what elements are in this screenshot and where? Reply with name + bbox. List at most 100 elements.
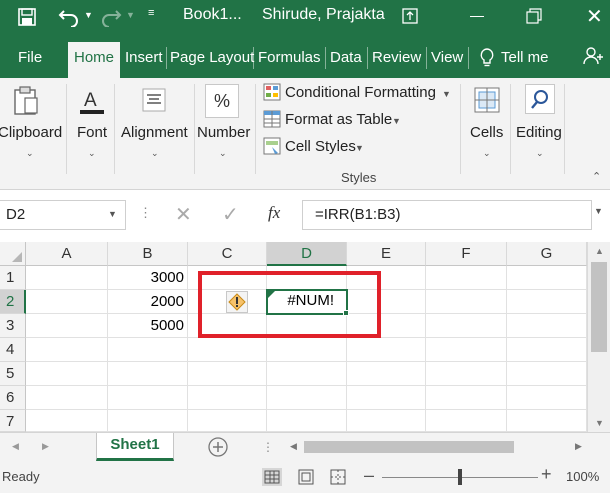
scroll-up-icon[interactable]: ▲	[595, 246, 604, 256]
cell-a7[interactable]	[26, 410, 108, 432]
chevron-down-icon[interactable]: ⌄	[483, 148, 491, 159]
cell-a5[interactable]	[26, 362, 108, 386]
restore-icon[interactable]	[526, 8, 542, 24]
vertical-scrollbar[interactable]: ▲ ▼	[587, 242, 610, 432]
chevron-down-icon[interactable]: ⌄	[219, 148, 227, 159]
cell-d4[interactable]	[267, 338, 347, 362]
cell-f3[interactable]	[426, 314, 507, 338]
clipboard-icon[interactable]	[12, 86, 40, 116]
tab-split-grip-icon[interactable]: ⋮	[262, 440, 274, 454]
percent-icon[interactable]: %	[205, 84, 239, 118]
cell-c6[interactable]	[188, 386, 267, 410]
cell-e6[interactable]	[347, 386, 426, 410]
tab-view[interactable]: View	[431, 46, 463, 78]
add-sheet-icon[interactable]	[207, 436, 229, 458]
cell-d5[interactable]	[267, 362, 347, 386]
cell-d7[interactable]	[267, 410, 347, 432]
undo-icon[interactable]	[58, 7, 80, 28]
cell-a1[interactable]	[26, 266, 108, 290]
cell-f6[interactable]	[426, 386, 507, 410]
cell-a3[interactable]	[26, 314, 108, 338]
insert-function-fx[interactable]: fx	[268, 203, 280, 223]
zoom-out-icon[interactable]: –	[364, 465, 374, 486]
chevron-down-icon[interactable]: ▼	[392, 116, 401, 126]
expand-formula-bar-icon[interactable]: ▼	[594, 206, 603, 216]
format-as-table-icon[interactable]	[263, 110, 281, 128]
row-header-2[interactable]: 2	[0, 290, 26, 314]
cell-e7[interactable]	[347, 410, 426, 432]
chevron-down-icon[interactable]: ⌄	[151, 148, 159, 159]
clipboard-group-label[interactable]: Clipboard	[0, 124, 62, 141]
tell-me-search[interactable]: Tell me	[501, 46, 549, 78]
page-layout-view-icon[interactable]	[296, 468, 316, 486]
name-box[interactable]: D2 ▼	[0, 200, 126, 230]
row-header-3[interactable]: 3	[0, 314, 26, 338]
cell-c5[interactable]	[188, 362, 267, 386]
column-header-g[interactable]: G	[507, 242, 587, 266]
save-icon[interactable]	[18, 8, 36, 26]
column-header-a[interactable]: A	[26, 242, 108, 266]
chevron-down-icon[interactable]: ⌄	[88, 148, 96, 159]
conditional-formatting-button[interactable]: Conditional Formatting	[285, 84, 436, 101]
sheet-tab-sheet1[interactable]: Sheet1	[96, 433, 174, 461]
share-icon[interactable]	[583, 46, 603, 66]
cells-icon[interactable]	[473, 86, 501, 114]
scroll-left-icon[interactable]: ◀	[290, 441, 297, 452]
cell-c4[interactable]	[188, 338, 267, 362]
column-header-f[interactable]: F	[426, 242, 507, 266]
tab-review[interactable]: Review	[372, 46, 421, 78]
cell-f2[interactable]	[426, 290, 507, 314]
cell-g4[interactable]	[507, 338, 587, 362]
cell-styles-icon[interactable]	[263, 137, 281, 155]
chevron-down-icon[interactable]: ▼	[108, 209, 117, 219]
cell-g1[interactable]	[507, 266, 587, 290]
cell-b4[interactable]	[108, 338, 188, 362]
cell-f5[interactable]	[426, 362, 507, 386]
row-header-4[interactable]: 4	[0, 338, 26, 362]
customize-toolbar-icon[interactable]: ≡	[148, 7, 154, 19]
formula-bar-grip-icon[interactable]: ⋮	[139, 205, 152, 221]
collapse-ribbon-icon[interactable]: ⌃	[592, 170, 601, 183]
row-header-7[interactable]: 7	[0, 410, 26, 432]
select-all-corner[interactable]	[0, 242, 26, 266]
tab-formulas[interactable]: Formulas	[258, 46, 321, 78]
enter-check-icon[interactable]: ✓	[222, 202, 239, 227]
tab-page-layout[interactable]: Page Layout	[170, 46, 254, 78]
cell-g5[interactable]	[507, 362, 587, 386]
column-header-e[interactable]: E	[347, 242, 426, 266]
search-icon[interactable]	[525, 84, 555, 114]
cell-b1[interactable]: 3000	[108, 266, 188, 290]
cell-g7[interactable]	[507, 410, 587, 432]
zoom-slider-thumb[interactable]	[458, 469, 462, 485]
cell-b3[interactable]: 5000	[108, 314, 188, 338]
ribbon-display-options-icon[interactable]	[402, 8, 418, 24]
row-header-1[interactable]: 1	[0, 266, 26, 290]
row-header-6[interactable]: 6	[0, 386, 26, 410]
cell-f4[interactable]	[426, 338, 507, 362]
cell-g6[interactable]	[507, 386, 587, 410]
scroll-right-icon[interactable]: ▶	[575, 441, 582, 452]
cell-b2[interactable]: 2000	[108, 290, 188, 314]
cell-a6[interactable]	[26, 386, 108, 410]
horizontal-scrollbar[interactable]: ◀ ▶	[290, 439, 590, 455]
row-header-5[interactable]: 5	[0, 362, 26, 386]
cell-styles-button[interactable]: Cell Styles	[285, 138, 356, 155]
cell-f1[interactable]	[426, 266, 507, 290]
tab-file[interactable]: File	[18, 46, 42, 78]
user-name[interactable]: Shirude, Prajakta	[262, 6, 385, 24]
cell-b7[interactable]	[108, 410, 188, 432]
page-break-view-icon[interactable]	[328, 468, 348, 486]
cells-group-label[interactable]: Cells	[470, 124, 503, 141]
cell-b6[interactable]	[108, 386, 188, 410]
number-group-label[interactable]: Number	[197, 124, 250, 141]
column-header-b[interactable]: B	[108, 242, 188, 266]
zoom-slider[interactable]	[382, 469, 538, 485]
column-header-c[interactable]: C	[188, 242, 267, 266]
chevron-down-icon[interactable]: ⌄	[26, 148, 34, 159]
close-icon[interactable]: ✕	[586, 4, 603, 29]
font-color-icon[interactable]: A	[78, 86, 106, 116]
next-sheet-icon[interactable]: ▶	[42, 441, 49, 452]
alignment-icon[interactable]	[142, 88, 166, 112]
cell-a4[interactable]	[26, 338, 108, 362]
scroll-down-icon[interactable]: ▼	[595, 418, 604, 428]
